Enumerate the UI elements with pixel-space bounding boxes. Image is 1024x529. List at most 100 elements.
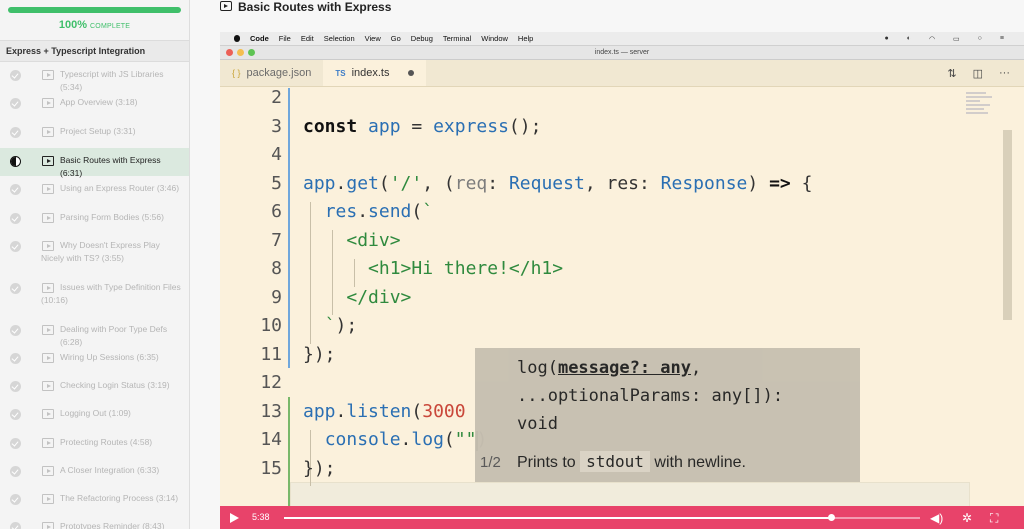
completed-check-icon — [10, 381, 21, 392]
course-sidebar: 100% COMPLETE Express + Typescript Integ… — [0, 0, 190, 529]
seek-bar[interactable] — [284, 514, 920, 521]
lesson-label: App Overview (3:18) — [60, 97, 138, 107]
maximize-dot-icon — [248, 49, 255, 56]
mac-menubar: Code File Edit Selection View Go Debug T… — [220, 32, 1024, 46]
lecture-title: Basic Routes with Express — [220, 0, 391, 16]
tab-label: package.json — [246, 66, 312, 79]
player-controls: 5:38 ◀) ✲ ⛶ — [220, 506, 1024, 529]
more-icon: ··· — [999, 67, 1010, 79]
completed-check-icon — [10, 184, 21, 195]
apple-icon — [234, 35, 240, 42]
completed-check-icon — [10, 98, 21, 109]
lesson-item[interactable]: Wiring Up Sessions (6:35) — [0, 345, 189, 373]
lesson-label: Prototypes Reminder (8:43) — [60, 521, 165, 529]
compare-icon: ⇅ — [947, 67, 957, 80]
seek-handle[interactable] — [827, 514, 835, 521]
code-line: 2 — [271, 87, 282, 108]
menu-item: Edit — [300, 34, 314, 43]
lesson-item-current[interactable]: Basic Routes with Express (6:31) — [0, 148, 189, 178]
completed-check-icon — [10, 522, 21, 529]
json-icon: { } — [232, 67, 241, 78]
menu-icon: ≡ — [999, 34, 1004, 42]
code-line: 10 `); — [260, 315, 358, 336]
sidebar-scrollbar[interactable] — [189, 405, 190, 433]
volume-icon[interactable]: ◀) — [930, 511, 943, 525]
lesson-item[interactable]: Typescript with JS Libraries (5:34) — [0, 62, 189, 92]
page: 100% COMPLETE Express + Typescript Integ… — [0, 0, 1024, 529]
video-icon — [42, 494, 54, 504]
tab-package-json: { } package.json — [220, 60, 323, 86]
signature: log(message?: any, ...optionalParams: an… — [517, 358, 784, 434]
lesson-item[interactable]: Using an Express Router (3:46) — [0, 176, 189, 205]
code-line: 7 <div> — [271, 229, 401, 251]
completed-check-icon — [10, 438, 21, 449]
lesson-item[interactable]: App Overview (3:18) — [0, 90, 189, 119]
overload-counter: 1/2 — [480, 454, 501, 471]
menu-item: Go — [390, 34, 401, 43]
video-icon — [42, 241, 54, 251]
lesson-label: Using an Express Router (3:46) — [60, 183, 180, 193]
parameter-hint-tooltip: log(message?: any, ...optionalParams: an… — [475, 348, 860, 482]
play-icon[interactable] — [230, 513, 239, 523]
lesson-item[interactable]: The Refactoring Process (3:14) — [0, 486, 189, 514]
code-line: 6 res.send(` — [271, 201, 434, 222]
lesson-item[interactable]: Project Setup (3:31) — [0, 119, 189, 148]
lesson-item[interactable]: Parsing Form Bodies (5:56) — [0, 205, 189, 233]
tab-label: index.ts — [351, 66, 390, 79]
lesson-item[interactable]: Protecting Routes (4:58) — [0, 430, 189, 458]
video-player[interactable]: Code File Edit Selection View Go Debug T… — [220, 32, 1024, 529]
lesson-item[interactable]: Checking Login Status (3:19) — [0, 373, 189, 401]
lesson-item[interactable]: Logging Out (1:09) — [0, 401, 189, 430]
code-line: 5 app.get('/', (req: Request, res: Respon… — [271, 172, 813, 194]
progress-text: 100% COMPLETE — [8, 19, 181, 31]
status-icon: ◐ — [906, 34, 911, 42]
progress-suffix: COMPLETE — [90, 23, 131, 30]
lesson-item[interactable]: Issues with Type Definition Files (10:16… — [0, 275, 189, 317]
typescript-icon: TS — [335, 68, 346, 78]
lesson-label: Project Setup (3:31) — [60, 126, 136, 136]
settings-icon[interactable]: ✲ — [962, 511, 972, 525]
completed-check-icon — [10, 283, 21, 294]
video-icon — [42, 283, 54, 293]
completed-check-icon — [10, 241, 21, 252]
video-icon — [42, 98, 54, 108]
video-icon — [42, 156, 54, 166]
menu-item: Code — [250, 34, 269, 43]
lesson-label: A Closer Integration (6:33) — [60, 465, 160, 475]
code-line: 4 — [271, 144, 282, 165]
code-line: 8 <h1>Hi there!</h1> — [271, 258, 564, 279]
lesson-label: Basic Routes with Express (6:31) — [60, 155, 161, 178]
status-icon: ● — [884, 34, 889, 42]
lesson-item[interactable]: Dealing with Poor Type Defs (6:28) — [0, 317, 189, 347]
progress-percent: 100% — [58, 19, 87, 31]
menu-item: Selection — [323, 34, 355, 43]
window-controls — [226, 49, 255, 56]
video-icon — [42, 353, 54, 363]
video-icon — [42, 213, 54, 223]
minimap — [966, 90, 996, 130]
lesson-item[interactable]: Why Doesn't Express Play Nicely with TS?… — [0, 233, 189, 275]
wifi-icon: ◠ — [928, 35, 936, 43]
video-icon — [220, 1, 232, 11]
unsaved-dot-icon — [407, 70, 414, 76]
video-icon — [42, 409, 54, 419]
lesson-label: Parsing Form Bodies (5:56) — [60, 212, 164, 222]
completed-check-icon — [10, 325, 21, 336]
lesson-label: Issues with Type Definition Files (10:16… — [41, 282, 181, 305]
fullscreen-icon[interactable]: ⛶ — [990, 511, 998, 526]
completed-check-icon — [10, 127, 21, 138]
lesson-label: Protecting Routes (4:58) — [60, 437, 153, 447]
lesson-list: Typescript with JS Libraries (5:34) App … — [0, 62, 189, 529]
menu-item: Window — [481, 34, 508, 43]
signature-description: Prints to stdout with newline. — [517, 451, 746, 472]
editor-scrollbar — [1003, 130, 1012, 320]
menu-item: File — [278, 34, 291, 43]
lesson-item[interactable]: Prototypes Reminder (8:43) — [0, 514, 189, 529]
video-icon — [42, 70, 54, 80]
menu-item: Debug — [410, 34, 433, 43]
lesson-item[interactable]: A Closer Integration (6:33) — [0, 458, 189, 486]
editor-actions: ⇅ ◫ ··· — [947, 60, 1024, 86]
menu-item: Terminal — [442, 34, 472, 43]
lesson-label: Typescript with JS Libraries (5:34) — [60, 69, 164, 92]
completed-check-icon — [10, 466, 21, 477]
